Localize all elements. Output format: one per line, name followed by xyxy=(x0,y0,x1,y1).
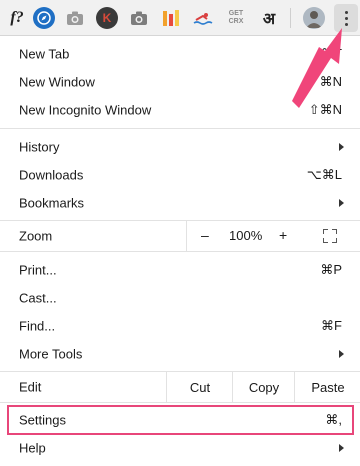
menu-dot xyxy=(344,22,348,26)
menu-item-find[interactable]: Find... ⌘F xyxy=(0,312,360,340)
menu-item-shortcut: ⌘F xyxy=(321,318,342,333)
menu-item-zoom: Zoom – 100% + xyxy=(0,221,360,251)
paste-label: Paste xyxy=(311,379,345,395)
browser-toolbar: f? K GET CRX अ xyxy=(0,0,360,36)
settings-highlight-box xyxy=(7,405,354,435)
menu-item-label: Cast... xyxy=(19,290,57,306)
zoom-out-button[interactable]: – xyxy=(201,227,209,243)
menu-item-help[interactable]: Help xyxy=(0,434,360,462)
toolbar-divider xyxy=(290,8,291,28)
swimmer-icon[interactable] xyxy=(192,7,214,29)
menu-item-shortcut: ⇧⌘N xyxy=(308,102,342,117)
get-crx-line1: GET xyxy=(228,10,244,17)
menu-item-label: Bookmarks xyxy=(19,195,85,211)
menu-divider xyxy=(0,251,360,252)
fullscreen-icon[interactable] xyxy=(323,229,337,243)
chevron-right-icon xyxy=(339,444,344,452)
chrome-menu: New Tab ⌘T New Window ⌘N New Incognito W… xyxy=(0,36,360,466)
menu-item-new-incognito-window[interactable]: New Incognito Window ⇧⌘N xyxy=(0,96,360,124)
menu-dot xyxy=(344,10,348,14)
menu-item-new-window[interactable]: New Window ⌘N xyxy=(0,68,360,96)
paste-button[interactable]: Paste xyxy=(294,372,360,402)
f-question-icon[interactable]: f? xyxy=(4,7,30,29)
get-crx-line2: CRX xyxy=(228,18,244,25)
chevron-right-icon xyxy=(339,350,344,358)
menu-kebab-icon[interactable] xyxy=(334,4,358,32)
menu-item-bookmarks[interactable]: Bookmarks xyxy=(0,189,360,217)
menu-item-label: Edit xyxy=(19,379,42,395)
chevron-right-icon xyxy=(339,143,344,151)
menu-item-new-tab[interactable]: New Tab ⌘T xyxy=(0,40,360,68)
zoom-level: 100% xyxy=(229,228,263,243)
menu-item-label: History xyxy=(19,139,60,155)
zoom-in-button[interactable]: + xyxy=(279,227,287,243)
menu-item-print[interactable]: Print... ⌘P xyxy=(0,256,360,284)
hindi-icon[interactable]: अ xyxy=(258,7,280,29)
chevron-right-icon xyxy=(339,199,344,207)
copy-button[interactable]: Copy xyxy=(232,372,295,402)
menu-item-label: Zoom xyxy=(19,228,53,244)
avatar[interactable] xyxy=(303,7,325,29)
menu-item-cast[interactable]: Cast... xyxy=(0,284,360,312)
camera-icon[interactable] xyxy=(64,7,86,29)
menu-item-label: New Tab xyxy=(19,46,70,62)
zoom-controls: – 100% + xyxy=(186,221,360,251)
cut-label: Cut xyxy=(189,379,211,395)
menu-item-shortcut: ⌘P xyxy=(320,262,342,277)
menu-item-shortcut: ⌘N xyxy=(319,74,342,89)
menu-dot xyxy=(344,16,348,20)
bars-icon[interactable] xyxy=(160,7,182,29)
menu-item-label: New Incognito Window xyxy=(19,102,152,118)
menu-item-downloads[interactable]: Downloads ⌥⌘L xyxy=(0,161,360,189)
menu-item-label: Print... xyxy=(19,262,57,278)
menu-item-label: Downloads xyxy=(19,167,84,183)
menu-divider xyxy=(0,402,360,403)
menu-divider xyxy=(0,128,360,129)
compass-icon[interactable] xyxy=(33,7,55,29)
camera-icon[interactable] xyxy=(128,7,150,29)
menu-item-label: More Tools xyxy=(19,346,83,362)
menu-item-history[interactable]: History xyxy=(0,133,360,161)
k-icon[interactable]: K xyxy=(96,7,118,29)
menu-item-shortcut: ⌥⌘L xyxy=(306,167,342,182)
menu-item-more-tools[interactable]: More Tools xyxy=(0,340,360,368)
cut-button[interactable]: Cut xyxy=(166,372,233,402)
menu-item-label: Find... xyxy=(19,318,56,334)
menu-item-label: Help xyxy=(19,440,46,456)
menu-item-edit: Edit Cut Copy Paste xyxy=(0,372,360,402)
copy-label: Copy xyxy=(248,379,280,395)
get-crx-icon[interactable]: GET CRX xyxy=(224,7,248,29)
menu-item-shortcut: ⌘T xyxy=(321,46,342,61)
menu-item-label: New Window xyxy=(19,74,95,90)
